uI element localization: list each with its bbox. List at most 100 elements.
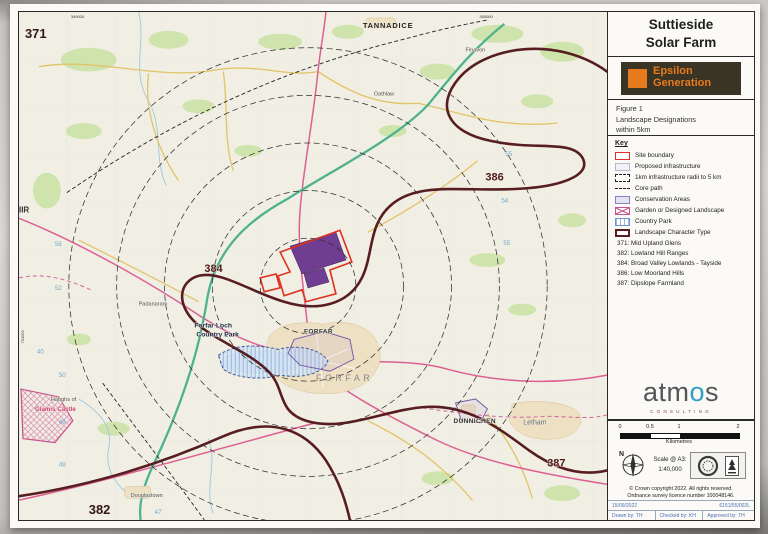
figure-number: Figure 1 — [616, 104, 643, 113]
logo-orange-square-icon — [628, 68, 647, 88]
atmos-consulting-text: CONSULTING — [650, 409, 712, 414]
north-arrow-icon: N — [619, 451, 644, 477]
scale-tick: 0.5 — [646, 424, 654, 430]
map-label-douglastown: Douglastown — [131, 493, 163, 499]
scale-segment — [650, 434, 680, 438]
figure-subtitle: within 5km — [616, 125, 651, 135]
key-label: Site boundary — [635, 152, 674, 159]
atmos-letters: s — [705, 377, 720, 407]
scale-tick: 0 — [618, 424, 622, 430]
north-letter: N — [619, 451, 624, 458]
lct-code-item: 387: Dipslope Farmland — [617, 279, 684, 287]
key-swatch-garden-designed-landscape — [615, 206, 630, 215]
map-label-tannadice: TANNADICE — [363, 21, 414, 30]
lct-code-387: 387 — [547, 457, 565, 469]
lct-code-item: 382: Lowland Hill Ranges — [617, 249, 689, 257]
key-swatch-site-boundary — [615, 151, 630, 160]
figure-caption: Figure 1 Landscape Designations within 5… — [608, 100, 754, 136]
atmos-letters: atm — [642, 377, 690, 407]
lct-code-item: 371: Mid Upland Glens — [617, 239, 682, 247]
key-label: Landscape Character Type — [635, 229, 711, 236]
key-item-proposed-infrastructure: Proposed infrastructure — [615, 161, 747, 172]
page-title: Suttieside Solar Farm — [608, 12, 754, 57]
epsilon-generation-logo: Epsilon Generation — [621, 61, 741, 95]
map-label-haughs-of: Haughs of — [51, 397, 77, 403]
map-label-forfar-loch: Forfar Loch — [194, 323, 232, 330]
contour-50: 50 — [59, 372, 66, 379]
map-label-kirriemuir-partial: IIR — [19, 205, 29, 214]
map-label-dunnichen: DUNNICHEN — [454, 418, 496, 425]
copyright-note: © Crown copyright 2022. All rights reser… — [616, 486, 746, 501]
contour-54: 54 — [501, 198, 508, 205]
map-label-country-park: Country Park — [196, 331, 239, 338]
atmos-consulting-logo: atmos CONSULTING — [608, 377, 754, 414]
key-swatch-radii — [615, 173, 630, 182]
checked-by: Checked by: KH — [654, 511, 703, 520]
key-item-core-path: Core path — [615, 183, 747, 194]
grid-coordinate-top-left: 349000 — [71, 14, 85, 19]
contour-55b: 55 — [503, 240, 510, 247]
lct-code-item: 386: Low Moorland Hills — [617, 269, 685, 277]
atmos-o-glyph: o — [689, 377, 706, 407]
map-label-glamis-castle: Glamis Castle — [35, 406, 76, 413]
contour-49: 49 — [59, 419, 66, 426]
drawn-by: Drawn by: TH — [612, 512, 643, 519]
map-label-oathlaw: Oathlaw — [374, 91, 395, 97]
map-sheet: TANNADICE Finavon Oathlaw FORFAR FORFAR … — [10, 4, 760, 528]
contour-47: 47 — [155, 509, 162, 516]
footer-row-signoff: Drawn by: TH Checked by: KH Approved by:… — [608, 510, 754, 520]
lct-code-382: 382 — [89, 502, 111, 517]
key-item-radii: 1km infrastructure radii to 5 km — [615, 172, 747, 183]
scale-segment — [621, 434, 651, 438]
map-key: Key Site boundary Proposed infrastructur… — [608, 136, 754, 420]
scale-meta-row: N Scale @ A3: 1:40,000 — [616, 448, 746, 483]
key-label: 1km infrastructure radii to 5 km — [635, 174, 722, 181]
key-label: Proposed infrastructure — [635, 163, 701, 170]
key-item-garden-designed-landscape: Garden or Designed Landscape — [615, 205, 747, 216]
map-label-forfar-large: FORFAR — [316, 373, 373, 383]
scale-and-attribution: 0 0.5 1 2 Kilometres N Scale @ A3: 1:40,… — [608, 420, 754, 500]
photo-of-map-sheet: { "title": {"line1": "Suttieside", "line… — [0, 0, 768, 534]
scale-text: Scale @ A3: 1:40,000 — [650, 456, 690, 475]
copyright-line-1: © Crown copyright 2022. All rights reser… — [629, 486, 733, 492]
key-label: Conservation Areas — [635, 196, 690, 203]
key-swatch-core-path — [615, 188, 630, 189]
key-swatch-country-park — [615, 217, 630, 226]
sheet-frame: TANNADICE Finavon Oathlaw FORFAR FORFAR … — [18, 11, 755, 521]
key-label: Country Park — [635, 218, 672, 225]
map-label-forfar: FORFAR — [304, 328, 333, 335]
atmos-wordmark: atmos — [608, 377, 754, 408]
scale-label: Scale @ A3: — [653, 456, 687, 463]
certification-badge-square-icon — [725, 455, 739, 476]
footer-row-reference: 15/09/2022 6151/55/002L — [608, 500, 754, 510]
key-label: Garden or Designed Landscape — [635, 207, 725, 214]
title-line-1: Suttieside — [648, 17, 714, 33]
scale-segment — [680, 434, 739, 438]
map-area: TANNADICE Finavon Oathlaw FORFAR FORFAR … — [19, 12, 608, 520]
title-line-2: Solar Farm — [645, 35, 717, 50]
contour-58: 58 — [55, 241, 62, 248]
developer-logo-section: Epsilon Generation — [608, 57, 754, 100]
key-item-site-boundary: Site boundary — [615, 150, 747, 161]
key-item-landscape-character-type: Landscape Character Type — [615, 227, 747, 238]
figure-title: Landscape Designations — [616, 114, 696, 124]
drawing-date: 15/09/2022 — [612, 502, 638, 509]
contour-52: 52 — [55, 285, 62, 292]
map-label-letham: Letham — [523, 420, 546, 427]
lct-code-371: 371 — [25, 26, 47, 41]
map-label-padanaram: Padanaram — [139, 302, 168, 308]
scale-value: 1:40,000 — [658, 466, 682, 473]
contour-55a: 55 — [505, 151, 512, 158]
map-canvas: TANNADICE Finavon Oathlaw FORFAR FORFAR … — [19, 12, 607, 520]
north-arrow: N — [616, 448, 650, 483]
key-swatch-conservation-areas — [615, 195, 630, 204]
key-swatch-proposed-infrastructure — [615, 162, 630, 171]
drawing-reference: 6151/55/002L — [719, 502, 750, 509]
scale-tick: 1 — [677, 424, 681, 430]
info-panel: Suttieside Solar Farm Epsilon Generation… — [608, 12, 754, 520]
lct-code-item: 384: Broad Valley Lowlands - Tayside — [617, 259, 722, 267]
scale-tick: 2 — [736, 424, 740, 430]
key-swatch-landscape-character-type — [615, 228, 630, 237]
contour-48: 48 — [59, 461, 66, 468]
scale-unit-label: Kilometres — [666, 439, 692, 445]
